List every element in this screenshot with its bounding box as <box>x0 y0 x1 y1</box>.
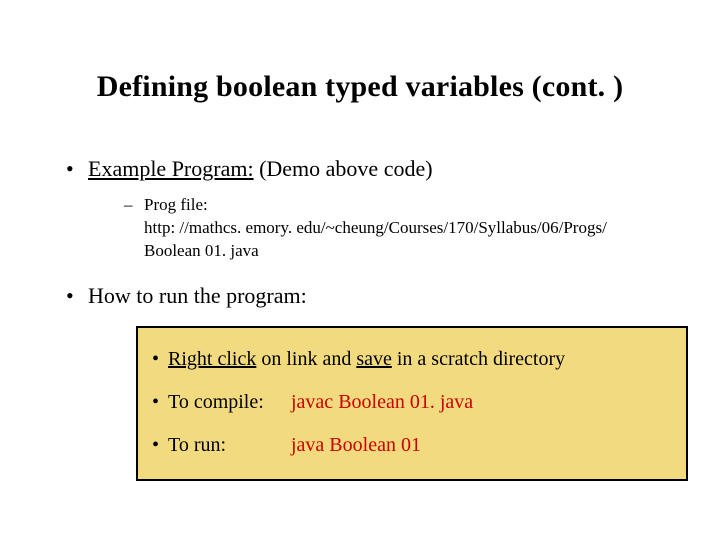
right-click-text: Right click <box>168 348 256 370</box>
how-to-run-text: How to run the program: <box>88 283 307 308</box>
example-program-label: Example Program: <box>88 156 254 181</box>
row1-mid: on link and <box>256 348 356 370</box>
compile-label: To compile: <box>168 389 286 416</box>
example-program-rest: (Demo above code) <box>254 156 433 181</box>
save-text: save <box>356 348 392 370</box>
box-bullet-icon: • <box>152 432 168 459</box>
box-row-3-content: To run: java Boolean 01 <box>168 432 676 459</box>
bullet-how-to-run: How to run the program: • Right click on… <box>60 281 660 482</box>
sub-prog-file: Prog file: http: //mathcs. emory. edu/~c… <box>88 194 660 263</box>
slide-title: Defining boolean typed variables (cont. … <box>60 70 660 104</box>
prog-file-label: Prog file: <box>144 195 208 214</box>
box-row-rightclick: • Right click on link and save in a scra… <box>144 338 680 381</box>
slide: Defining boolean typed variables (cont. … <box>0 0 720 540</box>
box-row-run: • To run: java Boolean 01 <box>144 424 680 467</box>
bullet-example-program: Example Program: (Demo above code) Prog … <box>60 154 660 263</box>
box-row-compile: • To compile: javac Boolean 01. java <box>144 381 680 424</box>
prog-file-url: http: //mathcs. emory. edu/~cheung/Cours… <box>144 218 607 260</box>
sub-list: Prog file: http: //mathcs. emory. edu/~c… <box>88 194 660 263</box>
instruction-box: • Right click on link and save in a scra… <box>136 326 688 481</box>
run-label: To run: <box>168 432 286 459</box>
box-row-2-content: To compile: javac Boolean 01. java <box>168 389 676 416</box>
row1-post: in a scratch directory <box>392 348 565 370</box>
box-bullet-icon: • <box>152 389 168 416</box>
compile-command: javac Boolean 01. java <box>291 391 473 413</box>
box-row-1-content: Right click on link and save in a scratc… <box>168 346 676 373</box>
run-command: java Boolean 01 <box>291 434 421 456</box>
main-list: Example Program: (Demo above code) Prog … <box>60 154 660 481</box>
box-bullet-icon: • <box>152 346 168 373</box>
